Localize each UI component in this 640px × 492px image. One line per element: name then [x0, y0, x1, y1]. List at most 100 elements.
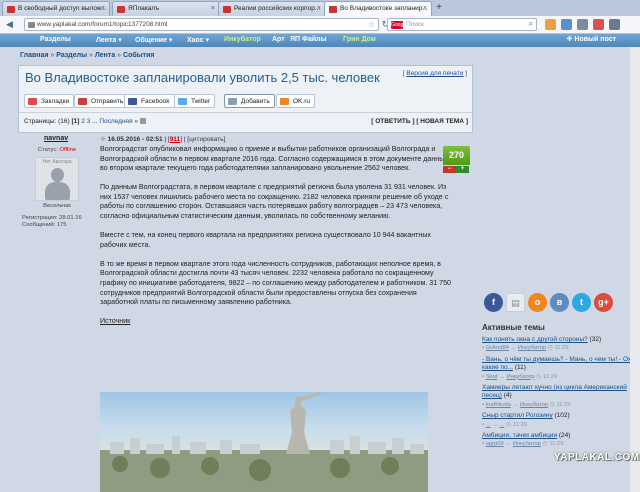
twitter-icon[interactable]: t: [572, 293, 591, 312]
active-topic-link[interactable]: Амбиции, тачки амбиции: [482, 432, 557, 439]
active-topic-link[interactable]: - Вань, о чём ты думаешь? - Мань, о чем …: [482, 356, 633, 371]
vote-up-button[interactable]: +: [456, 166, 469, 173]
topic-user[interactable]: ...: [486, 422, 491, 428]
breadcrumb-sections[interactable]: Разделы: [56, 52, 87, 59]
topic-section[interactable]: Инкубатор: [518, 345, 546, 351]
vote-down-button[interactable]: −: [443, 166, 456, 173]
close-icon[interactable]: ×: [317, 5, 321, 12]
bookmark-icon[interactable]: ▤: [506, 293, 525, 312]
address-bar[interactable]: www.yaplakal.com/forum1/topic1377208.htm…: [24, 18, 379, 31]
topic-meta: ▪ agrp09 → Инкубатор ◷ 11:29: [482, 441, 564, 448]
breadcrumb-home[interactable]: Главная: [20, 52, 48, 59]
post-date: 16.05.2016 - 02:51: [107, 136, 163, 143]
button-label: Facebook: [141, 98, 170, 105]
active-topics-title: Активные темы: [482, 323, 545, 332]
clock-icon: ◷: [506, 421, 512, 428]
search-engine-icon[interactable]: Google: [391, 21, 407, 29]
browser-tab-2[interactable]: ЯПлакалъ ×: [112, 1, 220, 16]
topic-user[interactable]: GrAnd84: [486, 345, 509, 351]
topic-section[interactable]: Инкубатор: [513, 441, 541, 447]
page-link[interactable]: 2: [81, 118, 85, 125]
close-icon[interactable]: ×: [423, 5, 427, 12]
nav-incubator[interactable]: Инкубатор: [224, 36, 261, 43]
breadcrumb-feed[interactable]: Лента: [95, 52, 115, 59]
extension-icon[interactable]: [545, 19, 556, 30]
nav-chaos[interactable]: Хаос ▾: [187, 36, 209, 44]
back-icon[interactable]: ◀: [4, 19, 15, 30]
download-icon[interactable]: [560, 19, 572, 30]
page-link[interactable]: 3: [87, 118, 91, 125]
nav-feed[interactable]: Лента ▾: [96, 36, 122, 44]
nav-talk[interactable]: Общение ▾: [135, 36, 172, 44]
reply-button[interactable]: ОТВЕТИТЬ: [375, 118, 410, 125]
page-menu-icon[interactable]: [139, 118, 146, 125]
facebook-icon: [128, 98, 137, 105]
pagination-row: Страницы: (16) [1] 2 3 ... Последняя » […: [19, 112, 474, 132]
nav-files[interactable]: ЯП Файлы: [290, 36, 327, 43]
topic-section[interactable]: Инкубатор: [520, 402, 548, 408]
nav-art[interactable]: Арт: [272, 36, 285, 43]
topic-user[interactable]: agrp09: [486, 441, 504, 447]
topic-time: 11:29: [549, 441, 564, 448]
user-status: Статус: Offline: [18, 147, 96, 153]
user-panel: Статус: Offline Нет Аватара Весельчак Ре…: [18, 147, 96, 229]
menu-icon[interactable]: [608, 19, 620, 30]
topic-section[interactable]: ...: [500, 422, 505, 428]
page-icon: [28, 22, 35, 28]
last-page-link[interactable]: Последняя »: [99, 118, 138, 125]
addon-icon[interactable]: [592, 19, 604, 30]
topic-time: 11:29: [542, 373, 557, 380]
topic-meta: ▪ Skat → Инкубатор ◷ 11:29: [482, 373, 557, 380]
add-button[interactable]: Добавить: [224, 94, 275, 108]
odnoklassniki-icon: [280, 98, 289, 105]
close-icon[interactable]: ×: [211, 5, 215, 12]
google-plus-icon[interactable]: g+: [594, 293, 613, 312]
post-number[interactable]: 911: [170, 136, 181, 143]
topic-count: (102): [554, 412, 570, 420]
pagination: Страницы: (16) [1] 2 3 ... Последняя »: [24, 118, 146, 125]
page-scrollbar[interactable]: [630, 47, 640, 492]
topic-section[interactable]: Инкубатор: [506, 374, 534, 380]
bookmark-icon: [28, 98, 37, 105]
odnoklassniki-icon[interactable]: o: [528, 293, 547, 312]
okru-button[interactable]: OK.ru: [276, 94, 315, 108]
topic-time: 11:29: [556, 401, 571, 408]
new-tab-button[interactable]: +: [433, 2, 445, 14]
bookmark-star-icon[interactable]: ☆: [368, 20, 375, 29]
facebook-icon[interactable]: f: [484, 293, 503, 312]
tab-label: Во Владивостоке запланир...: [340, 5, 428, 12]
bookmarks-button[interactable]: Закладки: [24, 94, 75, 108]
browser-tab-1[interactable]: В свободный доступ вылож... ×: [2, 1, 110, 16]
breadcrumb-events[interactable]: События: [123, 52, 154, 59]
topic-meta: ▪ kraft4cola → Инкубатор ◷ 11:29: [482, 401, 571, 408]
browser-tab-4[interactable]: Во Владивостоке запланир... ×: [324, 1, 432, 17]
twitter-button[interactable]: Twitter: [174, 94, 216, 108]
browser-tab-3[interactable]: Реалии российских корпор... ×: [218, 1, 326, 16]
button-label: Twitter: [191, 98, 211, 105]
tab-label: Реалии российских корпор...: [234, 5, 321, 12]
active-topic-link[interactable]: Сныр стартил Рогозину: [482, 412, 553, 419]
quote-link[interactable]: цитировать: [189, 136, 223, 143]
button-label: Отправить: [91, 98, 124, 105]
send-button[interactable]: Отправить: [74, 94, 129, 108]
pages-count: (16): [58, 118, 70, 125]
topic-user[interactable]: kraft4cola: [486, 402, 511, 408]
close-icon[interactable]: ×: [101, 5, 105, 12]
topic-user[interactable]: Skat: [486, 374, 498, 380]
home-icon[interactable]: [576, 19, 588, 30]
facebook-button[interactable]: Facebook: [124, 94, 175, 108]
source-link[interactable]: Источник: [100, 317, 130, 325]
new-topic-button[interactable]: НОВАЯ ТЕМА: [420, 118, 464, 125]
button-label: Закладки: [41, 98, 70, 105]
author-name[interactable]: navnav: [44, 135, 68, 142]
nav-green-house[interactable]: Грин Дом: [343, 36, 376, 43]
new-post-button[interactable]: ✚ Новый пост: [567, 35, 616, 43]
user-icon: ▪: [482, 441, 485, 448]
mail-icon: [78, 98, 87, 105]
print-version-link[interactable]: Версия для печати: [406, 70, 463, 77]
search-icon[interactable]: ⌕: [529, 19, 533, 29]
search-input[interactable]: Google Поиск ⌕: [387, 18, 537, 31]
vk-icon[interactable]: в: [550, 293, 569, 312]
nav-sections[interactable]: Разделы: [40, 36, 71, 43]
active-topic-link[interactable]: Как понять окна с другой стороны?: [482, 336, 588, 343]
